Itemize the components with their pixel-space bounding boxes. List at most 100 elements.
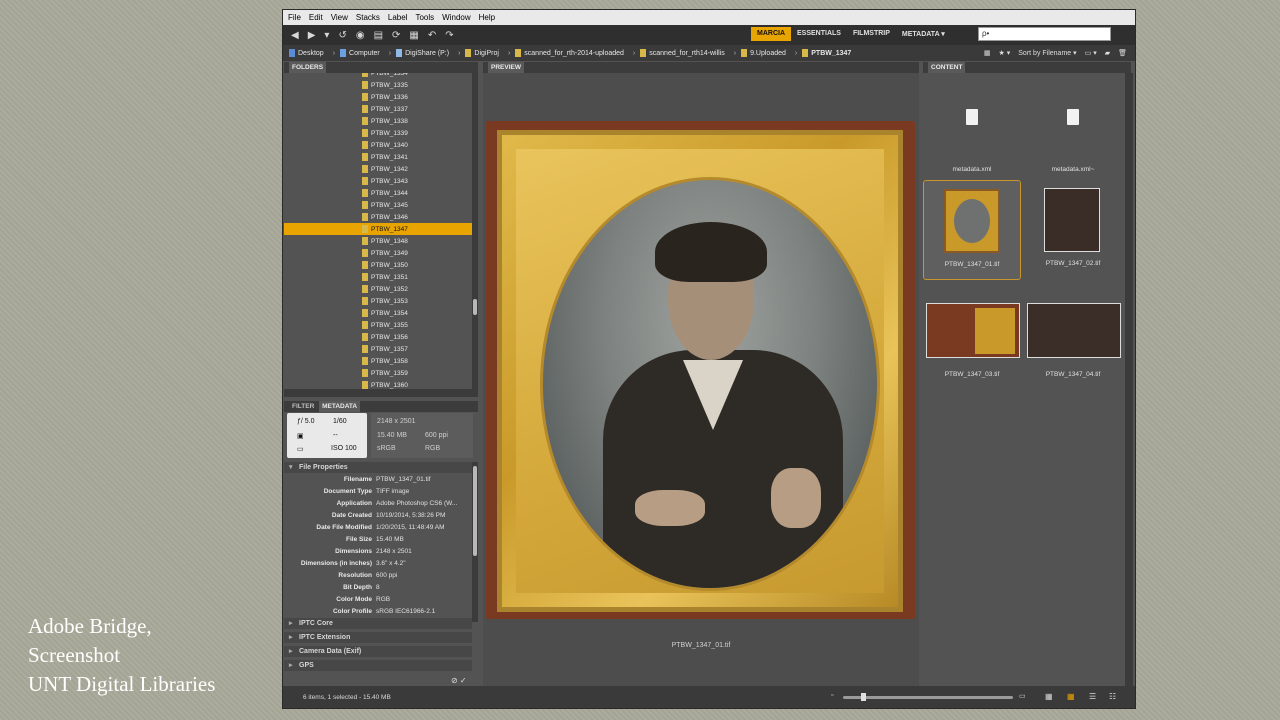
crumb-uploaded[interactable]: 9.Uploaded [741, 49, 786, 57]
metering-icon: ▣ [297, 433, 304, 440]
zoom-out-icon[interactable]: ▫ [831, 692, 833, 699]
menu-bar: File Edit View Stacks Label Tools Window… [283, 10, 1135, 25]
crumb-digiproj[interactable]: DigiProj [465, 49, 499, 57]
workspace-metadata[interactable]: METADATA ▾ [896, 27, 951, 41]
output-icon[interactable]: ▦ [409, 30, 418, 41]
color-mode-value: RGB [425, 445, 441, 452]
folder-item[interactable]: PTBW_1335 [284, 79, 478, 91]
tab-folders[interactable]: FOLDERS [289, 62, 327, 73]
content-item-ptbw-1347-02[interactable]: PTBW_1347_02.tif [1024, 180, 1122, 280]
redo-icon[interactable]: ↷ [445, 30, 453, 41]
crumb-ptbw-1347[interactable]: PTBW_1347 [802, 49, 851, 57]
metadata-footer-icons[interactable]: ⊘ ✓ [451, 676, 467, 685]
boomerang-icon[interactable]: ↺ [338, 30, 346, 41]
tab-metadata[interactable]: METADATA [319, 401, 361, 412]
folder-item[interactable]: PTBW_1357 [284, 343, 478, 355]
folder-item[interactable]: PTBW_1339 [284, 127, 478, 139]
fstop-value: ƒ/ 5.0 [297, 418, 315, 425]
menu-label[interactable]: Label [388, 13, 408, 22]
delete-icon[interactable]: 🗑 [1118, 49, 1127, 57]
rotate-icon[interactable]: ⟳ [392, 30, 400, 41]
star-filter-icon[interactable]: ★ ▾ [999, 49, 1011, 57]
content-item-ptbw-1347-01[interactable]: PTBW_1347_01.tif [923, 180, 1021, 280]
folder-item[interactable]: PTBW_1347 [284, 223, 478, 235]
metadata-scrollbar[interactable] [472, 462, 478, 622]
content-scrollbar[interactable] [1125, 73, 1133, 686]
section-camera-data[interactable]: Camera Data (Exif) [284, 646, 472, 657]
section-file-properties[interactable]: File Properties [284, 462, 472, 473]
content-item-ptbw-1347-03[interactable]: PTBW_1347_03.tif [923, 291, 1021, 381]
folders-scroll-thumb[interactable] [473, 299, 477, 315]
folder-icon [362, 225, 368, 233]
folder-item[interactable]: PTBW_1340 [284, 139, 478, 151]
menu-help[interactable]: Help [479, 13, 495, 22]
folder-item[interactable]: PTBW_1336 [284, 91, 478, 103]
folder-item[interactable]: PTBW_1343 [284, 175, 478, 187]
tab-content[interactable]: CONTENT [928, 62, 966, 73]
content-item-metadata-xml[interactable]: metadata.xml [923, 83, 1021, 175]
open-recent-icon[interactable]: ▭ ▾ [1085, 49, 1097, 57]
folder-item[interactable]: PTBW_1356 [284, 331, 478, 343]
folder-item[interactable]: PTBW_1352 [284, 283, 478, 295]
tab-filter[interactable]: FILTER [289, 401, 317, 412]
menu-view[interactable]: View [331, 13, 348, 22]
new-folder-icon[interactable]: ▰ [1105, 49, 1110, 57]
metadata-scroll-thumb[interactable] [473, 466, 477, 556]
workspace-essentials[interactable]: ESSENTIALS [791, 27, 847, 41]
sort-dropdown[interactable]: Sort by Filename ▾ [1018, 49, 1076, 57]
folder-item[interactable]: PTBW_1338 [284, 115, 478, 127]
folder-item[interactable]: PTBW_1346 [284, 211, 478, 223]
content-item-ptbw-1347-04[interactable]: PTBW_1347_04.tif [1024, 291, 1122, 381]
folders-hscrollbar[interactable] [284, 389, 478, 397]
folder-item[interactable]: PTBW_1351 [284, 271, 478, 283]
section-iptc-extension[interactable]: IPTC Extension [284, 632, 472, 643]
folder-item[interactable]: PTBW_1348 [284, 235, 478, 247]
tab-preview[interactable]: PREVIEW [488, 62, 524, 73]
folder-icon [362, 213, 368, 221]
folder-item[interactable]: PTBW_1353 [284, 295, 478, 307]
thumbnail-quality-icon[interactable]: ▦ [984, 49, 991, 57]
section-gps[interactable]: GPS [284, 660, 472, 671]
undo-icon[interactable]: ↶ [428, 30, 436, 41]
thumbnail-size-slider[interactable] [843, 693, 1013, 701]
folder-item[interactable]: PTBW_1342 [284, 163, 478, 175]
folder-item[interactable]: PTBW_1358 [284, 355, 478, 367]
folder-item[interactable]: PTBW_1349 [284, 247, 478, 259]
list-view-icon[interactable]: ☷ [1109, 692, 1116, 701]
folder-item[interactable]: PTBW_1359 [284, 367, 478, 379]
forward-icon[interactable]: ▶ [308, 30, 316, 41]
folders-scrollbar[interactable] [472, 73, 478, 389]
refine-icon[interactable]: ▤ [374, 30, 383, 41]
slider-knob[interactable] [861, 693, 866, 701]
grid-view-icon[interactable]: ▦ [1045, 692, 1053, 701]
workspace-filmstrip[interactable]: FILMSTRIP [847, 27, 896, 41]
folder-item[interactable]: PTBW_1355 [284, 319, 478, 331]
workspace-marcia[interactable]: MARCIA [751, 27, 791, 41]
folder-item[interactable]: PTBW_1344 [284, 187, 478, 199]
crumb-computer[interactable]: Computer [340, 49, 380, 57]
menu-tools[interactable]: Tools [415, 13, 434, 22]
camera-icon[interactable]: ◉ [356, 30, 365, 41]
thumbnail-view-icon[interactable]: ▦ [1067, 692, 1075, 701]
section-iptc-core[interactable]: IPTC Core [284, 618, 472, 629]
folder-item[interactable]: PTBW_1354 [284, 307, 478, 319]
crumb-desktop[interactable]: Desktop [289, 49, 324, 57]
menu-file[interactable]: File [288, 13, 301, 22]
folder-item[interactable]: PTBW_1345 [284, 199, 478, 211]
folder-item[interactable]: PTBW_1337 [284, 103, 478, 115]
recent-dropdown-icon[interactable]: ▾ [324, 30, 329, 41]
details-view-icon[interactable]: ☰ [1089, 692, 1096, 701]
menu-window[interactable]: Window [442, 13, 470, 22]
crumb-digishare[interactable]: DigiShare (P:) [396, 49, 449, 57]
crumb-scanned-willis[interactable]: scanned_for_rth14-willis [640, 49, 725, 57]
preview-image[interactable] [486, 121, 915, 619]
zoom-in-icon[interactable]: ▭ [1019, 692, 1026, 700]
menu-stacks[interactable]: Stacks [356, 13, 380, 22]
folder-item[interactable]: PTBW_1341 [284, 151, 478, 163]
folder-item[interactable]: PTBW_1350 [284, 259, 478, 271]
search-input[interactable]: ρ• [978, 27, 1111, 41]
crumb-scanned-2014[interactable]: scanned_for_rth-2014-uploaded [515, 49, 624, 57]
menu-edit[interactable]: Edit [309, 13, 323, 22]
content-item-metadata-xml-backup[interactable]: metadata.xml~ [1024, 83, 1122, 175]
back-icon[interactable]: ◀ [291, 30, 299, 41]
